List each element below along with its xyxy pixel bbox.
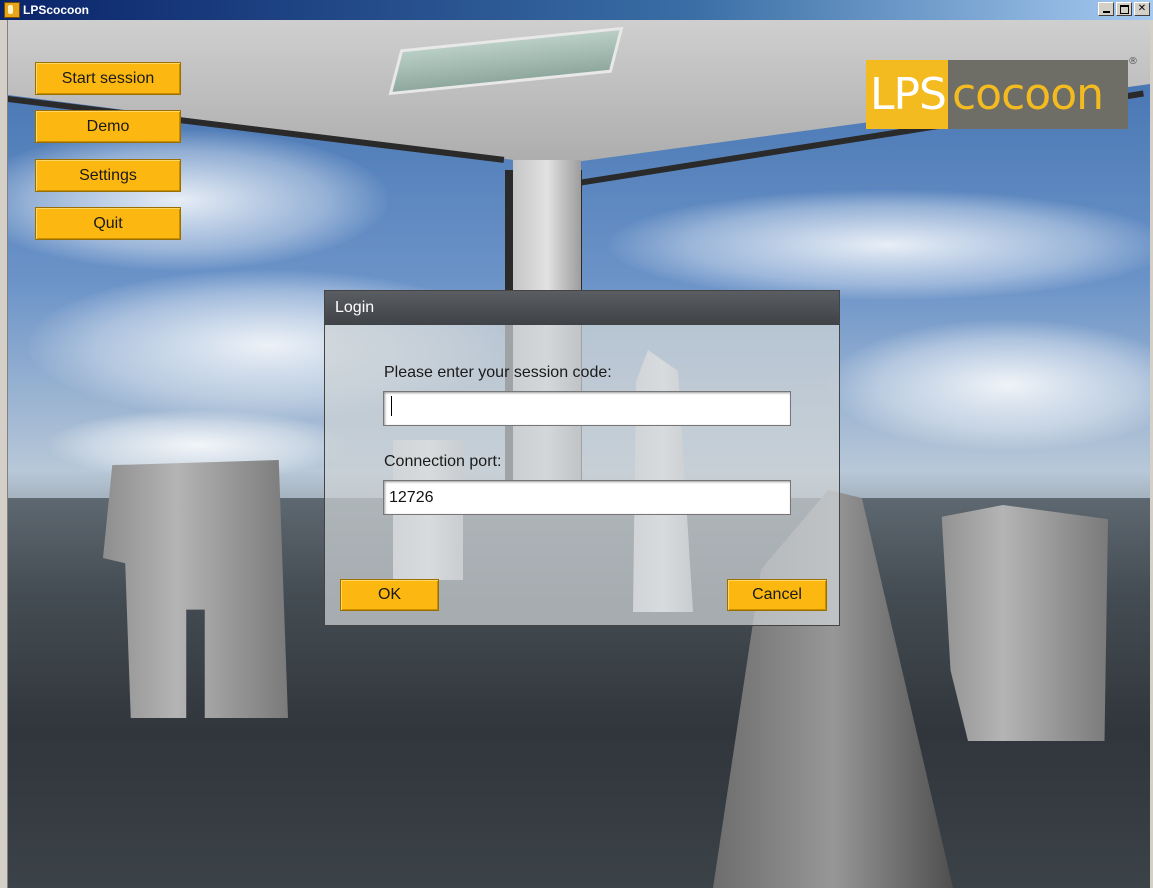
stone-sculpture <box>941 505 1108 741</box>
cloud <box>828 320 1150 450</box>
minimize-button[interactable] <box>1098 2 1114 16</box>
ok-button[interactable]: OK <box>340 579 439 611</box>
logo-cocoon: cocoon <box>947 60 1128 129</box>
window-left-border <box>0 20 8 888</box>
close-button[interactable]: ✕ <box>1134 2 1150 16</box>
maximize-icon <box>1119 4 1129 14</box>
dialog-title[interactable]: Login <box>325 291 839 325</box>
minimize-icon <box>1102 11 1110 13</box>
window-controls: ✕ <box>1098 2 1150 16</box>
start-session-button[interactable]: Start session <box>35 62 181 95</box>
session-code-label: Please enter your session code: <box>384 364 612 381</box>
cloud <box>608 190 1150 300</box>
settings-button[interactable]: Settings <box>35 159 181 192</box>
app-icon <box>4 2 20 18</box>
logo-lps: LPS <box>866 60 948 129</box>
text-caret <box>391 396 392 416</box>
window-titlebar[interactable]: LPScocoon ✕ <box>0 0 1153 20</box>
close-icon: ✕ <box>1137 3 1147 14</box>
lpscocoon-logo: LPS cocoon <box>866 60 1128 129</box>
maximize-button[interactable] <box>1116 2 1132 16</box>
session-code-input[interactable] <box>383 391 791 426</box>
registered-mark: ® <box>1128 56 1138 67</box>
connection-port-input[interactable] <box>383 480 791 515</box>
quit-button[interactable]: Quit <box>35 207 181 240</box>
demo-button[interactable]: Demo <box>35 110 181 143</box>
connection-port-label: Connection port: <box>384 453 502 470</box>
login-dialog: Login Please enter your session code: Co… <box>324 290 840 626</box>
cloud <box>8 130 388 270</box>
window-title: LPScocoon <box>23 3 90 17</box>
cancel-button[interactable]: Cancel <box>727 579 827 611</box>
